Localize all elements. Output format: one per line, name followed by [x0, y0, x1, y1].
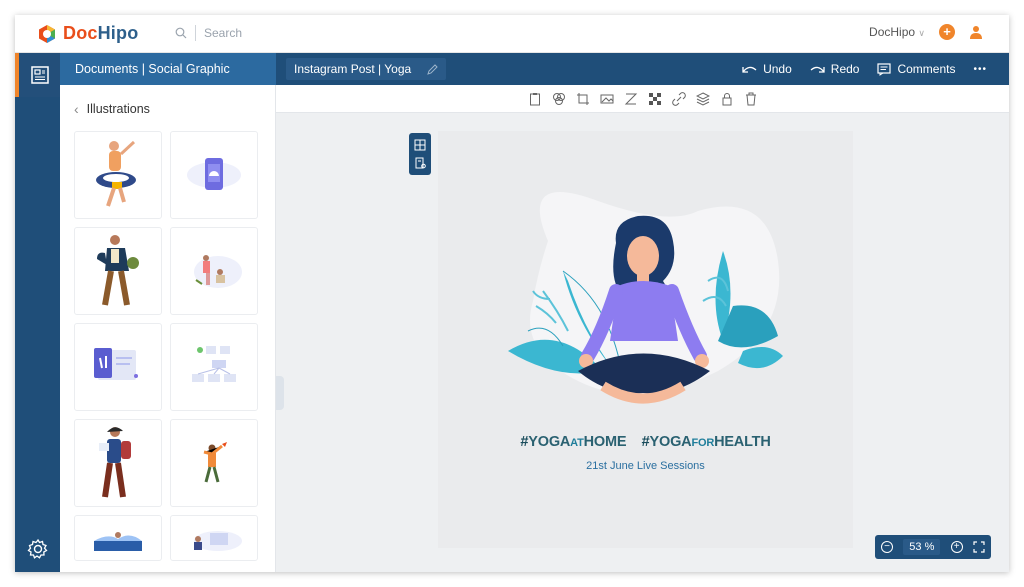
clipboard-icon[interactable]	[528, 92, 542, 106]
sitting-people-illustration	[194, 255, 242, 288]
fullscreen-icon[interactable]	[973, 541, 985, 553]
dochipo-logo[interactable]: DocHipo	[37, 23, 138, 44]
flowchart-illustration	[192, 346, 236, 382]
account-dropdown[interactable]: DocHipo ∨	[869, 25, 925, 39]
landscape-illustration	[94, 532, 142, 551]
for-word: FOR	[691, 437, 715, 449]
crop-icon[interactable]	[576, 92, 590, 106]
document-name-field[interactable]: Instagram Post | Yoga	[286, 58, 447, 80]
document-icon	[30, 66, 49, 84]
panel-header: Documents | Social Graphic	[60, 53, 276, 85]
comment-icon	[877, 62, 892, 76]
document-name: Instagram Post | Yoga	[294, 62, 412, 76]
transparency-icon[interactable]	[648, 92, 662, 106]
element-toolbar	[276, 85, 1009, 113]
yoga-word-1: YOGA	[528, 434, 571, 450]
android-phone-illustration	[187, 158, 241, 190]
redo-icon	[810, 66, 825, 73]
redo-button[interactable]: Redo	[810, 62, 860, 76]
tile-swim-ring-man[interactable]	[74, 131, 162, 219]
yoga-illustration	[508, 192, 783, 404]
tile-video-screen[interactable]	[74, 323, 162, 411]
panel-title: Illustrations	[86, 102, 150, 116]
document-actions: Undo Redo Comments •••	[742, 53, 987, 85]
account-area: DocHipo ∨ +	[869, 24, 983, 40]
undo-icon	[742, 66, 757, 73]
lock-icon[interactable]	[720, 92, 734, 106]
grid-icon[interactable]	[414, 139, 426, 151]
comments-label: Comments	[897, 62, 956, 76]
panel-collapse-handle[interactable]	[276, 376, 284, 410]
search-input[interactable]: Search	[204, 26, 242, 40]
dancing-person-illustration	[203, 442, 227, 483]
tile-sitting-people[interactable]	[170, 227, 258, 315]
pencil-icon[interactable]	[427, 63, 438, 75]
design-canvas[interactable]: #YOGAATHOME #YOGAFORHEALTH 21st June Liv…	[438, 131, 853, 548]
laptop-person-illustration	[194, 531, 242, 551]
sessions-subtitle: 21st June Live Sessions	[586, 460, 705, 472]
tile-dancing-person[interactable]	[170, 419, 258, 507]
trash-icon[interactable]	[744, 92, 758, 106]
tile-landscape[interactable]	[74, 515, 162, 561]
illustrations-panel: ‹ Illustrations	[60, 85, 276, 572]
tile-flowchart[interactable]	[170, 323, 258, 411]
gear-icon	[27, 538, 48, 559]
swim-ring-man-illustration	[96, 140, 136, 207]
app-window: DocHipo Search DocHipo ∨ + Documents | S…	[15, 15, 1009, 572]
add-button[interactable]: +	[939, 24, 955, 40]
logo-text: DocHipo	[63, 23, 139, 43]
zoom-in-button[interactable]: +	[950, 541, 963, 553]
at-word: AT	[570, 437, 584, 449]
hashtag-2: #	[641, 434, 650, 450]
undo-label: Undo	[763, 62, 792, 76]
left-rail	[15, 53, 60, 572]
color-circles-icon[interactable]	[552, 92, 566, 106]
document-header-bar: Instagram Post | Yoga Undo Redo Comments…	[276, 53, 1009, 85]
zoom-out-button[interactable]: −	[881, 541, 893, 553]
video-screen-illustration	[94, 348, 138, 380]
tile-backpack-reader[interactable]	[74, 419, 162, 507]
logo-icon	[39, 24, 55, 43]
user-icon[interactable]	[969, 25, 983, 39]
search-icon	[175, 27, 187, 39]
comments-button[interactable]: Comments	[877, 62, 955, 76]
health-word: HEALTH	[714, 434, 771, 450]
documents-rail-button[interactable]	[15, 53, 60, 97]
home-word: HOME	[583, 434, 627, 450]
flip-icon[interactable]	[624, 92, 638, 106]
chevron-left-icon[interactable]: ‹	[74, 101, 79, 117]
more-options-button[interactable]: •••	[973, 64, 987, 75]
tile-android-phone[interactable]	[170, 131, 258, 219]
page-settings-icon[interactable]	[414, 157, 426, 169]
settings-button[interactable]	[15, 538, 60, 560]
tile-laptop-person[interactable]	[170, 515, 258, 561]
tile-walking-man[interactable]	[74, 227, 162, 315]
zoom-level[interactable]: 53 %	[903, 539, 941, 555]
search-box[interactable]: Search	[175, 25, 242, 41]
top-bar: DocHipo Search DocHipo ∨ +	[15, 15, 1009, 53]
redo-label: Redo	[830, 62, 860, 76]
panel-title-row[interactable]: ‹ Illustrations	[74, 101, 150, 117]
workspace: #YOGAATHOME #YOGAFORHEALTH 21st June Liv…	[276, 113, 1009, 572]
search-divider	[195, 25, 196, 41]
undo-button[interactable]: Undo	[742, 62, 792, 76]
account-label: DocHipo	[869, 25, 916, 39]
tagline: #YOGAATHOME #YOGAFORHEALTH	[438, 434, 853, 450]
backpack-reader-illustration	[99, 427, 131, 498]
yoga-word-2: YOGA	[649, 434, 692, 450]
walking-man-illustration	[97, 235, 139, 306]
zoom-control: − 53 % +	[875, 535, 991, 559]
image-mask-icon[interactable]	[600, 92, 614, 106]
layers-icon[interactable]	[695, 91, 710, 106]
chevron-down-icon: ∨	[918, 28, 925, 38]
link-icon[interactable]	[671, 91, 686, 106]
canvas-side-tools	[409, 133, 431, 175]
